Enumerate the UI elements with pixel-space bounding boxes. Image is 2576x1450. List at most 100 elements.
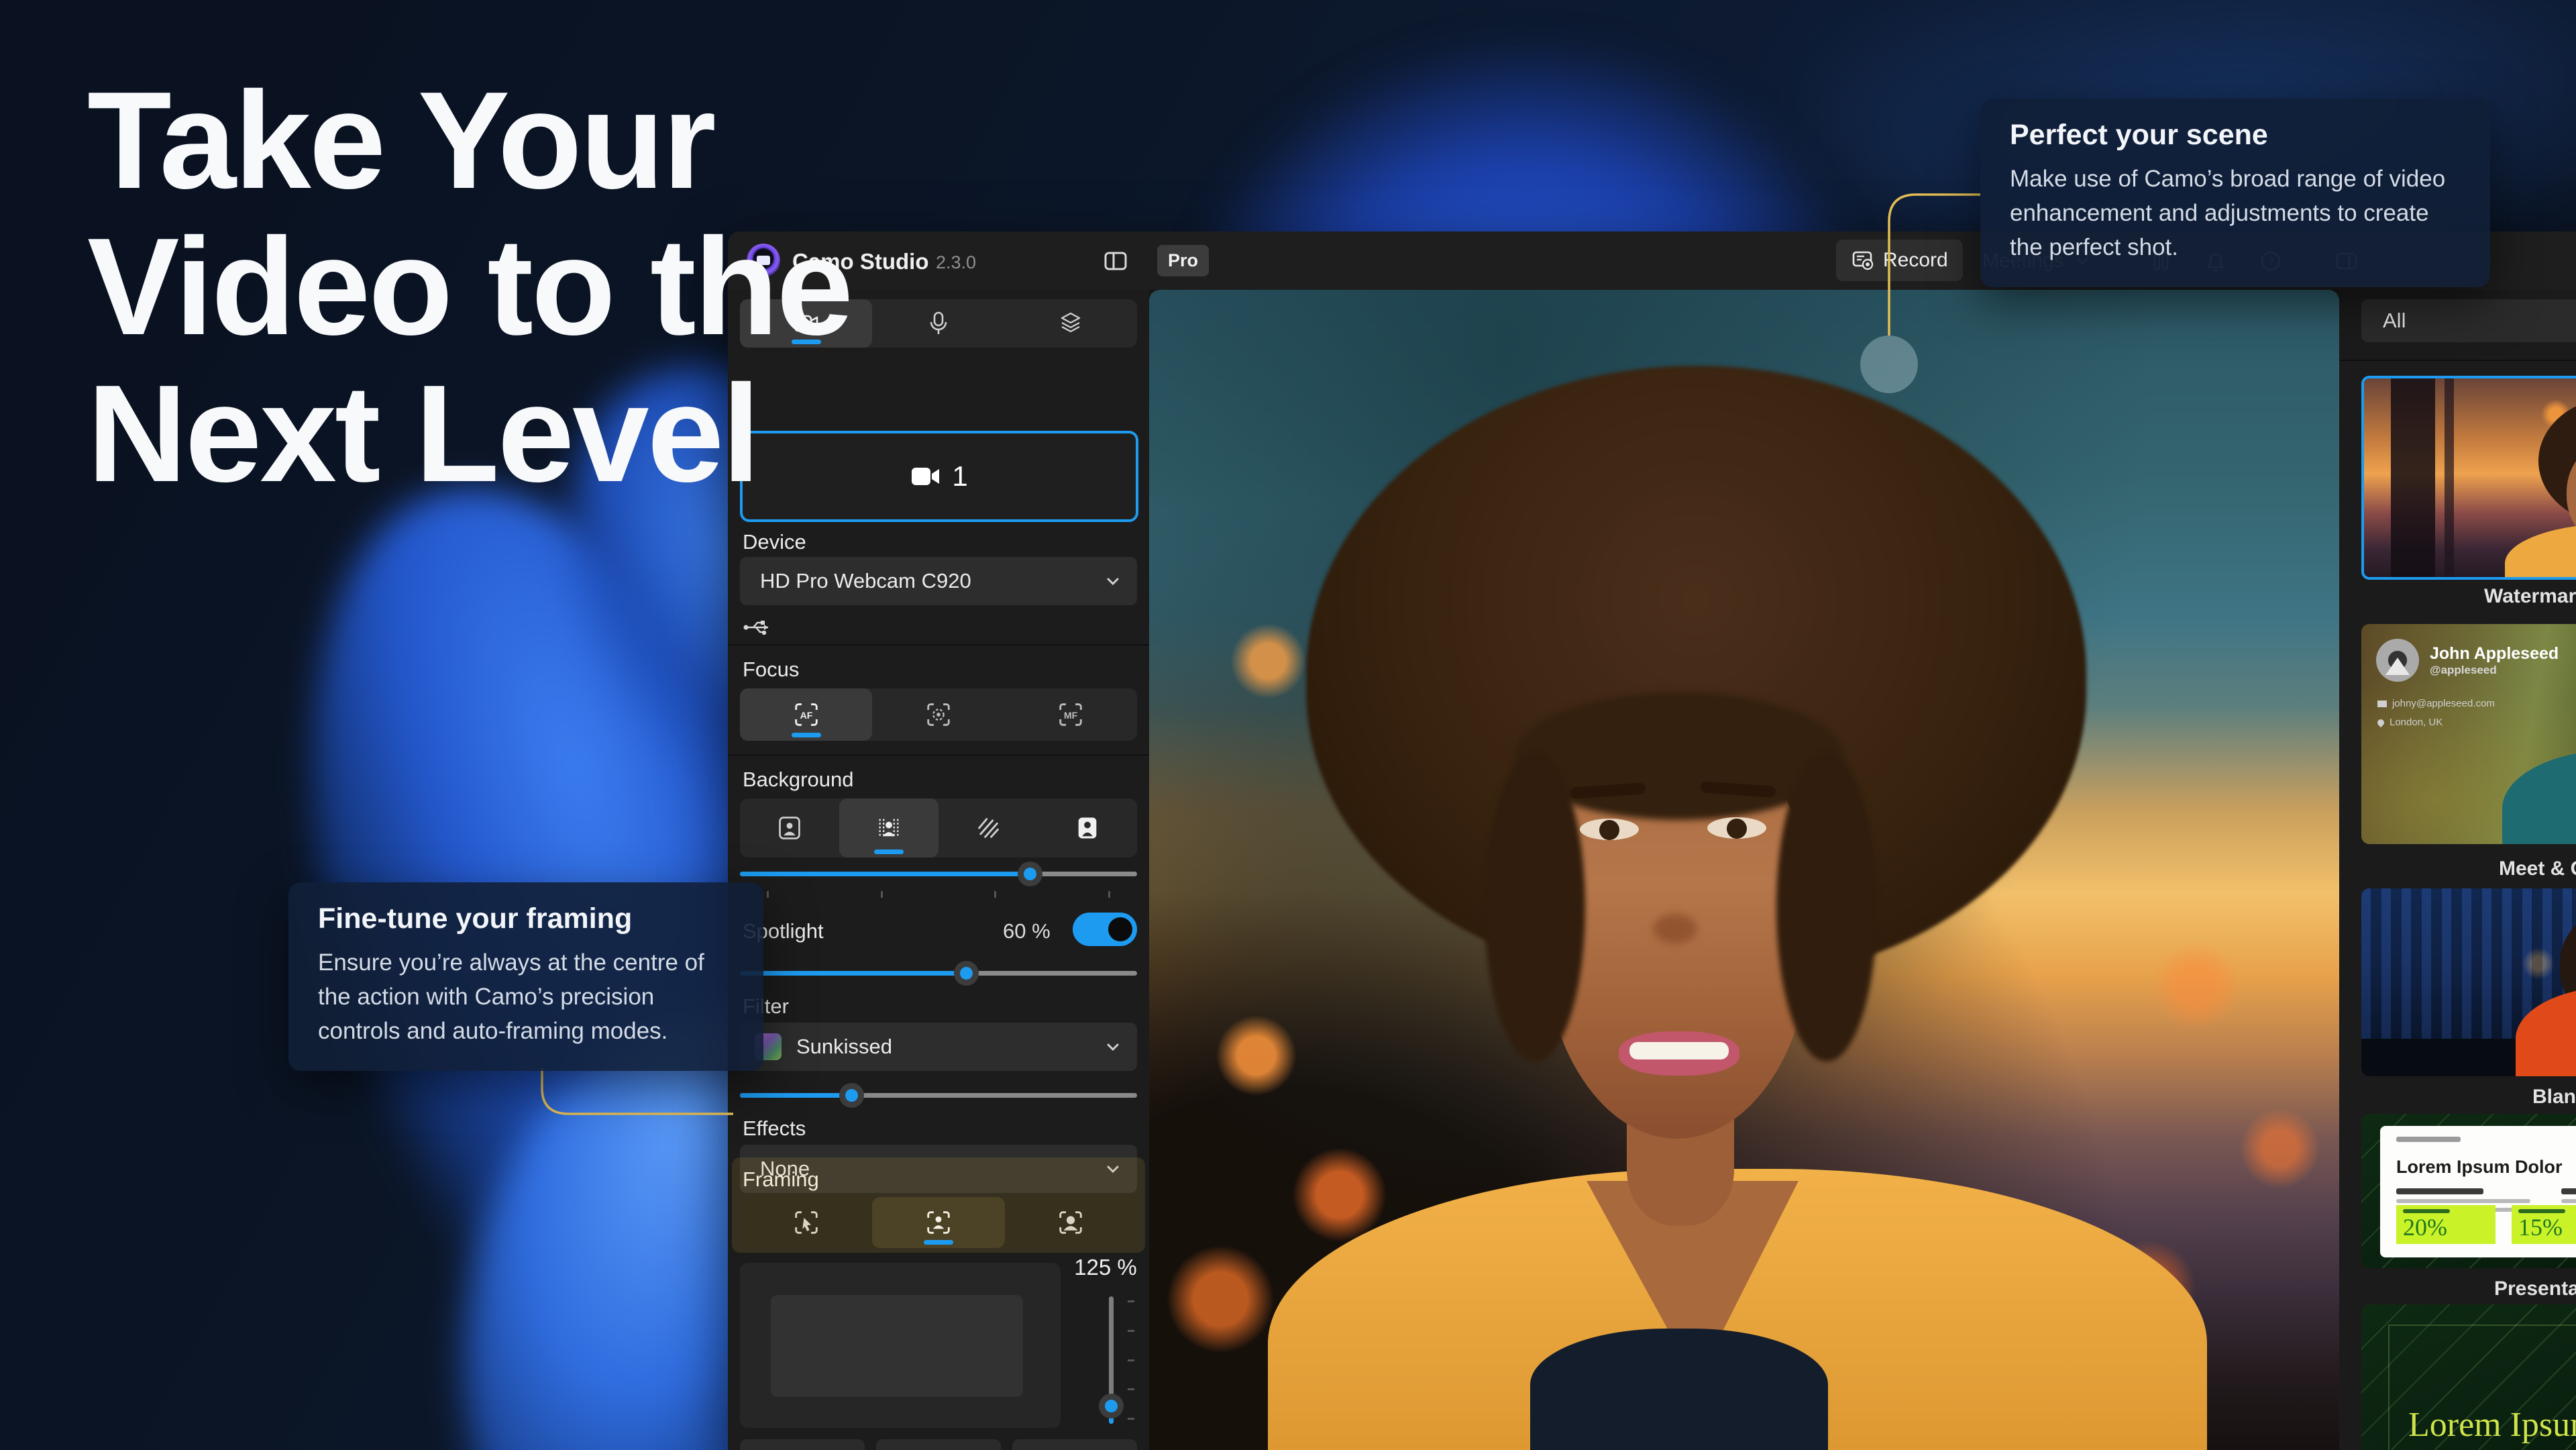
framing-auto-person-option[interactable] [872, 1197, 1004, 1248]
framing-label: Framing [743, 1168, 819, 1192]
zoom-slider[interactable] [1104, 1296, 1130, 1424]
preset-thumbnail-lorem[interactable]: Lorem Ipsum [2361, 1304, 2576, 1450]
slide-stat-value: 15% [2518, 1214, 2576, 1241]
background-replace-option[interactable] [839, 798, 938, 858]
usb-icon [743, 617, 773, 637]
callout-perfect-scene: Perfect your scene Make use of Camo’s br… [1980, 99, 2490, 287]
slide-stat-box: 15% [2512, 1205, 2576, 1244]
headline-line: Video to the [87, 213, 851, 360]
preset-thumbnail-watermark[interactable] [2361, 376, 2576, 580]
overlay-location: London, UK [2390, 717, 2443, 728]
subject-smile [1619, 1031, 1739, 1076]
slide-stat-value: 20% [2403, 1214, 2489, 1241]
rotate-button[interactable] [876, 1439, 1001, 1450]
preset-thumbnail-presentation[interactable]: Lorem Ipsum Dolor [2361, 1114, 2576, 1268]
focus-manual-mf-option[interactable]: MF [1005, 688, 1137, 741]
location-pin-icon [2376, 717, 2385, 727]
spotlight-toggle[interactable] [1073, 913, 1137, 946]
chevron-down-icon [1104, 1037, 1122, 1056]
preset-label: Blank [2532, 1086, 2576, 1108]
chevron-down-icon [1104, 572, 1122, 590]
slider-ticks [740, 891, 1137, 898]
callout-title: Perfect your scene [2010, 119, 2461, 152]
filter-dropdown[interactable]: Sunkissed [740, 1023, 1137, 1071]
window-frame-shape [2391, 378, 2435, 577]
framing-closeup-option[interactable] [1005, 1197, 1137, 1248]
spotlight-value: 60 % [1003, 919, 1051, 943]
thumb-slide-frame [2388, 1325, 2576, 1450]
framing-crop-box[interactable] [771, 1295, 1023, 1397]
background-label: Background [743, 768, 853, 792]
effects-label: Effects [743, 1117, 806, 1141]
email-icon [2377, 701, 2387, 707]
callout-title: Fine-tune your framing [318, 902, 734, 935]
preset-thumbnail-meet-greet[interactable]: John Appleseed @appleseed johny@applesee… [2361, 624, 2576, 844]
svg-text:AF: AF [800, 710, 812, 721]
overlay-email-row: johny@appleseed.com [2377, 698, 2495, 709]
window-frame-shape [2445, 378, 2454, 577]
overlay-email: johny@appleseed.com [2392, 698, 2495, 709]
record-label: Record [1883, 249, 1948, 272]
callout-body: Ensure you’re always at the centre of th… [318, 946, 734, 1048]
preset-label: Presentation [2494, 1278, 2576, 1300]
background-none-option[interactable] [740, 798, 839, 858]
tab-microphone[interactable] [872, 299, 1004, 348]
video-preview [1149, 290, 2339, 1450]
framing-manual-option[interactable] [740, 1197, 872, 1248]
framing-segmented-control [740, 1197, 1137, 1248]
subject-hair-side [1776, 753, 1877, 1061]
screenshot-stage: Take Your Video to the Next Level Camo S… [0, 0, 2576, 1450]
zoom-value: 125 % [1067, 1255, 1144, 1280]
headline-line: Next Level [87, 360, 851, 507]
slide-title: Lorem Ipsum Dolor [2396, 1157, 2576, 1178]
pro-badge: Pro [1157, 245, 1209, 276]
background-strength-slider[interactable] [740, 862, 1137, 886]
callout-fine-tune-framing: Fine-tune your framing Ensure you’re alw… [288, 882, 763, 1071]
background-portrait-option[interactable] [1038, 798, 1137, 858]
preset-thumbnail-blank[interactable] [2361, 888, 2576, 1076]
headline-line: Take Your [87, 67, 851, 213]
focus-center-option[interactable] [872, 688, 1004, 741]
background-blur-option[interactable] [938, 798, 1038, 858]
sidebar-toggle-icon[interactable] [1102, 248, 1129, 274]
filter-value: Sunkissed [796, 1035, 892, 1059]
subject-nose [1654, 914, 1697, 943]
slide-card: Lorem Ipsum Dolor [2380, 1126, 2576, 1257]
tab-layers[interactable] [1005, 299, 1137, 348]
stabilize-button[interactable] [1012, 1439, 1137, 1450]
slide-logo-bar [2396, 1137, 2461, 1142]
overlay-location-row: London, UK [2377, 717, 2443, 728]
focus-label: Focus [743, 658, 799, 682]
callout-body: Make use of Camo’s broad range of video … [2010, 162, 2461, 264]
preset-label: Watermark [2484, 585, 2576, 608]
overlay-handle: @appleseed [2430, 664, 2559, 677]
record-icon [1851, 248, 1875, 272]
slide-stat-box: 20% [2396, 1205, 2496, 1244]
lower-third-overlay: John Appleseed @appleseed [2376, 639, 2559, 682]
subject-hair-side [1485, 753, 1585, 1061]
device-label: Device [743, 530, 806, 554]
marketing-headline: Take Your Video to the Next Level [87, 67, 851, 507]
background-segmented-control [740, 798, 1137, 858]
scene-library-panel: All Watermark [2339, 290, 2576, 1450]
device-dropdown[interactable]: HD Pro Webcam C920 [740, 557, 1137, 605]
device-value: HD Pro Webcam C920 [760, 569, 971, 593]
zoom-slider-ticks [1128, 1300, 1134, 1420]
subject-eye [1707, 817, 1766, 839]
overlay-name: John Appleseed [2430, 644, 2559, 664]
subject-top [1530, 1329, 1828, 1450]
library-filter-value: All [2383, 309, 2406, 333]
subject-eye [1580, 819, 1639, 840]
record-button[interactable]: Record [1836, 240, 1963, 281]
app-version: 2.3.0 [936, 252, 976, 273]
library-filter-dropdown[interactable]: All [2361, 299, 2576, 342]
spotlight-slider[interactable] [740, 961, 1137, 985]
filter-strength-slider[interactable] [740, 1083, 1137, 1107]
focus-segmented-control: AF MF [740, 688, 1137, 741]
flip-horizontal-button[interactable] [740, 1439, 865, 1450]
overlay-avatar [2376, 639, 2419, 682]
camera-number: 1 [952, 460, 967, 493]
framing-pan-area[interactable] [740, 1263, 1061, 1428]
focus-auto-af-option[interactable]: AF [740, 688, 872, 741]
camo-studio-window: Camo Studio 2.3.0 Pro Record Meetings [728, 231, 2576, 1450]
